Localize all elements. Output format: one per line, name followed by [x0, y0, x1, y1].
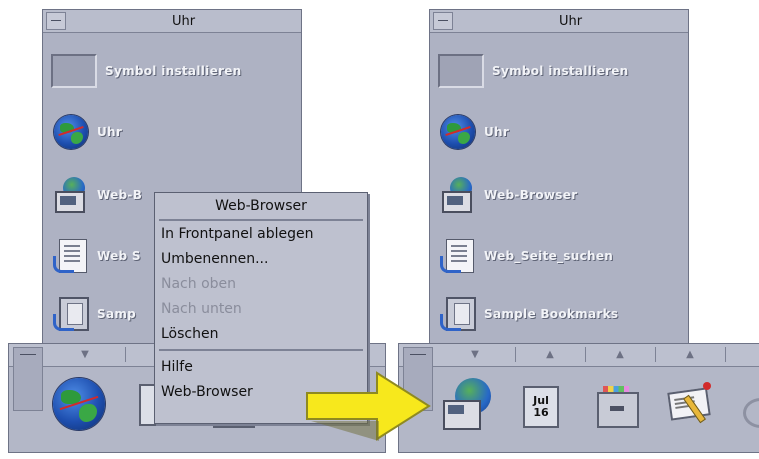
calendar-icon[interactable]: Jul 16 [517, 384, 561, 428]
globe-icon [438, 112, 478, 152]
web-browser-icon [438, 175, 478, 215]
install-icon-label: Symbol installieren [492, 64, 629, 78]
front-panel-tab-row: ▼ ▲ ▲ ▲ [399, 344, 759, 367]
subpanel-title-bar[interactable]: Uhr [430, 10, 688, 33]
subpanel-item-clock[interactable]: Uhr [51, 112, 122, 152]
web-browser-icon [51, 175, 91, 215]
calendar-day: 16 [533, 406, 549, 419]
web-browser-icon[interactable] [439, 374, 495, 434]
web-page-search-icon [51, 236, 91, 276]
install-icon-dropzone[interactable]: Symbol installieren [51, 54, 242, 88]
subpanel-item-web-search[interactable]: Web_Seite_suchen [438, 236, 613, 276]
subpanel-arrow-up[interactable]: ▲ [515, 347, 586, 362]
menu-item-move-down: Nach unten [161, 300, 242, 317]
subpanel-item-sample-bookmarks[interactable]: Samp [51, 294, 136, 334]
front-panel-handle[interactable] [13, 347, 43, 411]
subpanel-title-bar[interactable]: Uhr [43, 10, 301, 33]
menu-item-move-up: Nach oben [161, 275, 237, 292]
menu-separator [159, 349, 363, 351]
subpanel-arrow-up[interactable]: ▲ [655, 347, 726, 362]
menu-item-delete[interactable]: Löschen [155, 321, 367, 346]
right-front-panel: ▼ ▲ ▲ ▲ Jul 16 [398, 343, 759, 453]
right-subpanel: Uhr Symbol installieren Uhr Web-Browser … [429, 9, 689, 349]
subpanel-arrow-down[interactable]: ▼ [435, 347, 516, 362]
web-page-search-icon [438, 236, 478, 276]
globe-icon [51, 112, 91, 152]
subpanel-item-label: Samp [97, 307, 137, 321]
subpanel-title: Uhr [171, 13, 196, 29]
subpanel-item-sample-bookmarks[interactable]: Sample Bookmarks [438, 294, 618, 334]
subpanel-item-label: Web-B [97, 188, 143, 202]
subpanel-item-label: Uhr [97, 125, 123, 139]
sample-bookmarks-icon [438, 294, 478, 334]
subpanel-item-label: Web S [97, 249, 141, 263]
sample-bookmarks-icon [51, 294, 91, 334]
menu-title: Web-Browser [159, 193, 363, 221]
menu-item-add-to-front-panel[interactable]: In Frontpanel ablegen [155, 221, 367, 246]
subpanel-item-label: Web_Seite_suchen [484, 249, 614, 263]
minimize-button[interactable] [46, 12, 66, 30]
subpanel-arrow-up[interactable]: ▲ [585, 347, 656, 362]
install-icon-dropzone[interactable]: Symbol installieren [438, 54, 629, 88]
mail-icon[interactable] [667, 380, 711, 424]
install-icon-label: Symbol installieren [105, 64, 242, 78]
globe-icon[interactable] [49, 374, 109, 434]
install-icon-box[interactable] [51, 54, 97, 88]
subpanel-title: Uhr [558, 13, 583, 29]
subpanel-item-label: Sample Bookmarks [484, 307, 619, 321]
file-manager-icon[interactable] [593, 384, 639, 428]
subpanel-item-web-search[interactable]: Web S [51, 236, 141, 276]
transition-arrow-icon [306, 371, 431, 441]
subpanel-item-clock[interactable]: Uhr [438, 112, 509, 152]
subpanel-arrow-down[interactable]: ▼ [45, 347, 126, 362]
subpanel-item-label: Uhr [484, 125, 510, 139]
menu-item-rename[interactable]: Umbenennen... [155, 246, 367, 271]
subpanel-item-web-browser[interactable]: Web-Browser [438, 175, 577, 215]
install-icon-box[interactable] [438, 54, 484, 88]
minimize-button[interactable] [433, 12, 453, 30]
printer-icon[interactable] [739, 388, 759, 432]
subpanel-item-web-browser[interactable]: Web-B [51, 175, 142, 215]
subpanel-item-label: Web-Browser [484, 188, 578, 202]
